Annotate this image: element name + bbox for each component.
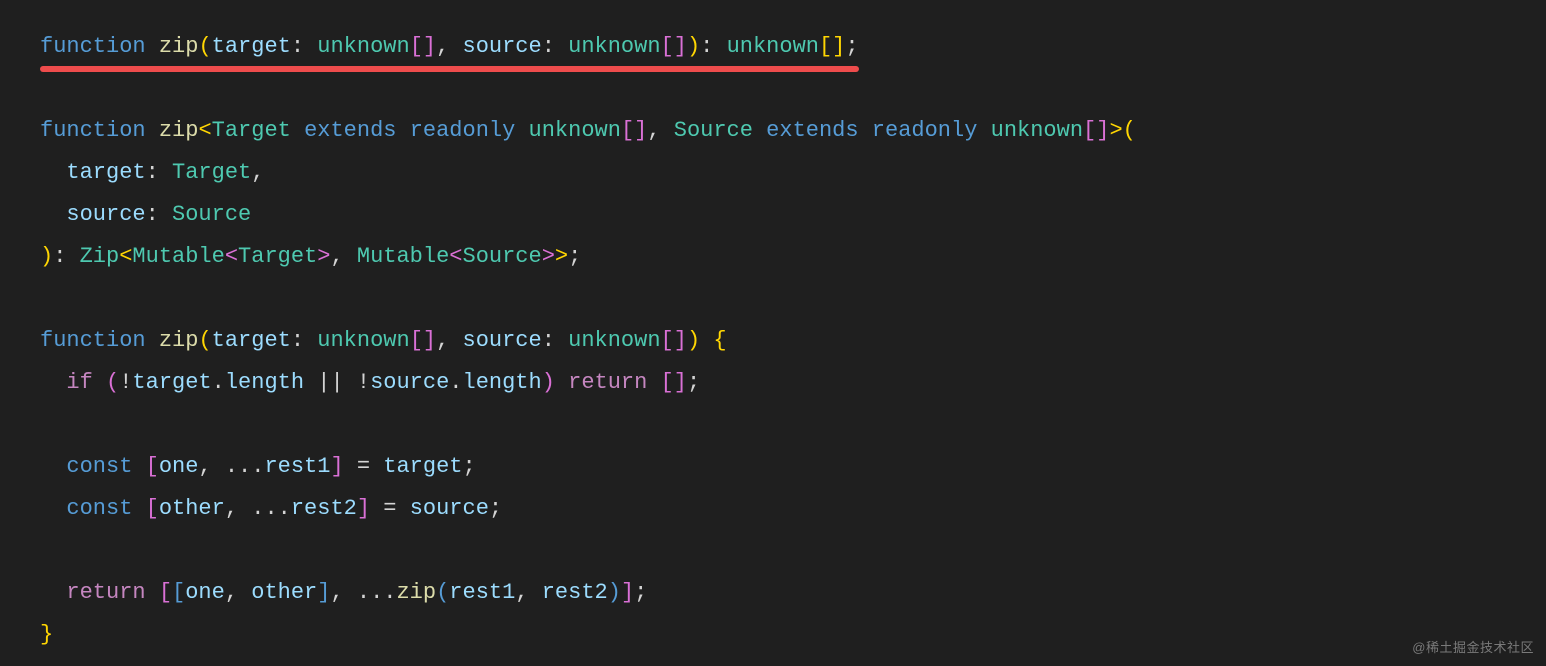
var-rest1: rest1 <box>449 580 515 605</box>
code-line-3: function zip<Target extends readonly unk… <box>40 118 1136 143</box>
code-block: function zip(target: unknown[], source: … <box>0 0 1546 666</box>
var-source: source <box>410 496 489 521</box>
type-zip: Zip <box>80 244 120 269</box>
type-param-source: Source <box>674 118 753 143</box>
code-line-8: function zip(target: unknown[], source: … <box>40 328 727 353</box>
type-source: Source <box>172 202 251 227</box>
var-target: target <box>132 370 211 395</box>
prop-length: length <box>463 370 542 395</box>
code-line-12: const [other, ...rest2] = source; <box>40 496 502 521</box>
keyword-const: const <box>66 496 132 521</box>
param-target: target <box>212 34 291 59</box>
code-line-1: function zip(target: unknown[], source: … <box>40 26 859 68</box>
type-unknown: unknown <box>529 118 621 143</box>
keyword-extends: extends <box>766 118 858 143</box>
var-one: one <box>159 454 199 479</box>
error-underline <box>40 66 859 72</box>
var-source: source <box>370 370 449 395</box>
type-unknown: unknown <box>317 328 409 353</box>
keyword-function: function <box>40 328 146 353</box>
type-mutable: Mutable <box>357 244 449 269</box>
code-line-4: target: Target, <box>40 160 264 185</box>
call-zip: zip <box>396 580 436 605</box>
var-other: other <box>251 580 317 605</box>
type-param-target: Target <box>212 118 291 143</box>
code-line-15: } <box>40 622 53 647</box>
param-source: source <box>66 202 145 227</box>
param-source: source <box>463 328 542 353</box>
keyword-if: if <box>66 370 92 395</box>
code-line-9: if (!target.length || !source.length) re… <box>40 370 700 395</box>
code-line-14: return [[one, other], ...zip(rest1, rest… <box>40 580 647 605</box>
code-line-11: const [one, ...rest1] = target; <box>40 454 476 479</box>
param-target: target <box>66 160 145 185</box>
var-rest2: rest2 <box>542 580 608 605</box>
var-target: target <box>383 454 462 479</box>
type-unknown: unknown <box>568 34 660 59</box>
keyword-extends: extends <box>304 118 396 143</box>
function-name: zip <box>159 118 199 143</box>
type-target: Target <box>238 244 317 269</box>
keyword-return: return <box>568 370 647 395</box>
code-line-5: source: Source <box>40 202 251 227</box>
var-rest2: rest2 <box>291 496 357 521</box>
var-one: one <box>185 580 225 605</box>
keyword-function: function <box>40 118 146 143</box>
var-rest1: rest1 <box>264 454 330 479</box>
return-type-unknown: unknown <box>727 34 819 59</box>
keyword-const: const <box>66 454 132 479</box>
type-mutable: Mutable <box>132 244 224 269</box>
param-target: target <box>212 328 291 353</box>
param-source: source <box>463 34 542 59</box>
type-source: Source <box>463 244 542 269</box>
function-name: zip <box>159 34 199 59</box>
keyword-readonly: readonly <box>410 118 516 143</box>
keyword-return: return <box>66 580 145 605</box>
keyword-readonly: readonly <box>872 118 978 143</box>
type-unknown: unknown <box>317 34 409 59</box>
type-unknown: unknown <box>568 328 660 353</box>
prop-length: length <box>225 370 304 395</box>
var-other: other <box>159 496 225 521</box>
type-target: Target <box>172 160 251 185</box>
type-unknown: unknown <box>991 118 1083 143</box>
watermark-text: @稀土掘金技术社区 <box>1412 637 1534 656</box>
code-line-6: ): Zip<Mutable<Target>, Mutable<Source>>… <box>40 244 581 269</box>
function-name: zip <box>159 328 199 353</box>
keyword-function: function <box>40 34 146 59</box>
